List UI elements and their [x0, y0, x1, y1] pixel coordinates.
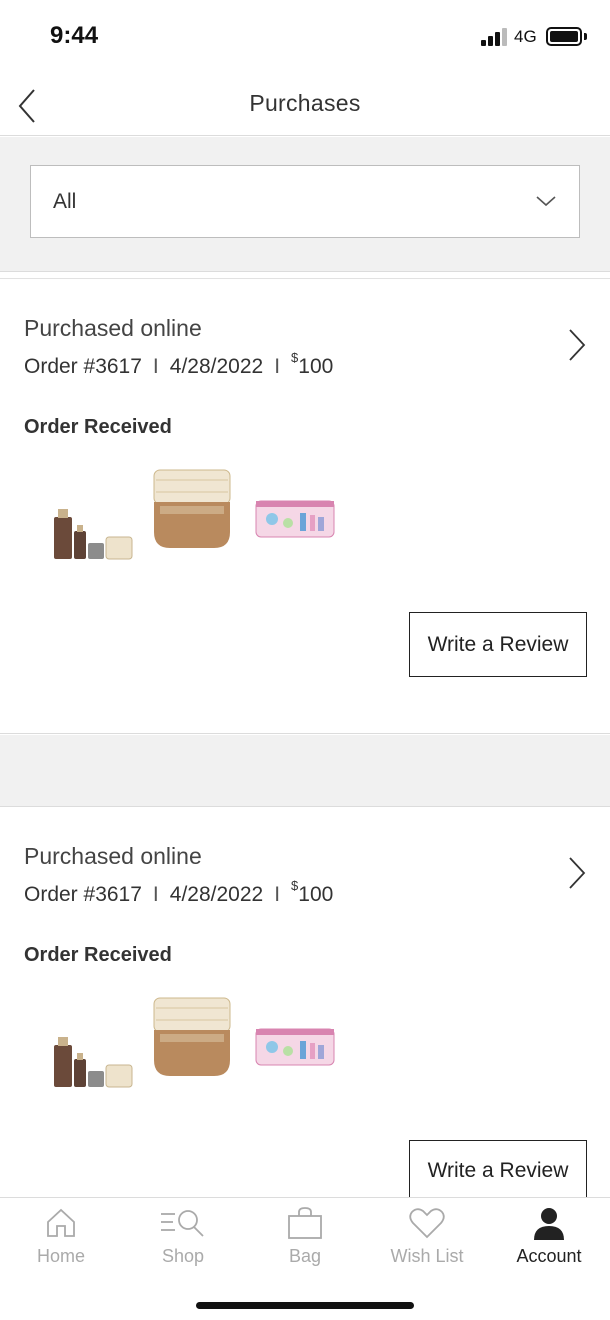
filter-dropdown[interactable]: All	[30, 165, 580, 238]
purchase-type: Purchased online	[24, 315, 202, 341]
signal-icon	[481, 28, 509, 46]
tab-label: Shop	[161, 1246, 205, 1266]
write-review-button[interactable]: Write a Review	[409, 612, 587, 677]
chevron-right-icon[interactable]	[566, 327, 588, 363]
price-currency: $	[291, 350, 299, 365]
filter-value: All	[53, 190, 77, 213]
price-currency: $	[291, 878, 299, 893]
heart-icon	[409, 1208, 445, 1239]
eye-cream-jar-image	[153, 997, 231, 1076]
search-list-icon	[161, 1210, 204, 1237]
order-summary: Order #3617 I 4/28/2022 I $100	[24, 878, 334, 906]
page-title: Purchases	[249, 90, 361, 116]
cosmetic-bag-image	[255, 1028, 335, 1066]
tab-home[interactable]: Home	[0, 1206, 122, 1276]
status-time: 9:44	[50, 22, 99, 49]
network-label: 4G	[514, 27, 537, 46]
product-thumbnails	[46, 997, 346, 1107]
home-icon	[47, 1208, 75, 1237]
serum-set-image	[54, 509, 133, 560]
tab-label: Wish List	[390, 1246, 464, 1266]
tab-label: Home	[36, 1246, 85, 1266]
tab-label: Bag	[288, 1246, 322, 1266]
chevron-down-icon	[536, 196, 556, 207]
order-summary: Order #3617 I 4/28/2022 I $100	[24, 350, 334, 378]
order-number: Order #3617	[24, 355, 142, 378]
tab-wish-list[interactable]: Wish List	[366, 1206, 488, 1276]
bag-icon	[288, 1207, 322, 1239]
tab-bag[interactable]: Bag	[244, 1206, 366, 1276]
tab-account[interactable]: Account	[488, 1206, 610, 1276]
chevron-right-icon[interactable]	[566, 855, 588, 891]
order-number: Order #3617	[24, 883, 142, 906]
person-icon	[534, 1208, 564, 1240]
nav-header: Purchases	[0, 72, 610, 136]
battery-icon	[546, 27, 582, 46]
order-date: 4/28/2022	[169, 883, 264, 906]
order-status: Order Received	[24, 944, 172, 966]
eye-cream-jar-image	[153, 469, 231, 548]
filter-area: All	[0, 137, 610, 272]
section-divider	[0, 735, 610, 806]
cosmetic-bag-image	[255, 500, 335, 538]
order-status: Order Received	[24, 416, 172, 438]
product-thumbnails	[46, 469, 346, 579]
purchase-type: Purchased online	[24, 843, 202, 869]
tab-label: Account	[516, 1246, 582, 1266]
battery-tip	[584, 33, 587, 40]
order-card[interactable]: Purchased online Order #3617 I 4/28/2022 I $…	[0, 278, 610, 734]
order-card[interactable]: Purchased online Order #3617 I 4/28/2022 I $…	[0, 806, 610, 1200]
order-price: 100	[298, 883, 334, 906]
home-indicator	[196, 1302, 414, 1309]
order-price: 100	[298, 355, 334, 378]
write-review-button[interactable]: Write a Review	[409, 1140, 587, 1200]
order-date: 4/28/2022	[169, 355, 264, 378]
tab-shop[interactable]: Shop	[122, 1206, 244, 1276]
status-bar: 9:44 4G	[0, 0, 610, 72]
serum-set-image	[54, 1037, 133, 1088]
